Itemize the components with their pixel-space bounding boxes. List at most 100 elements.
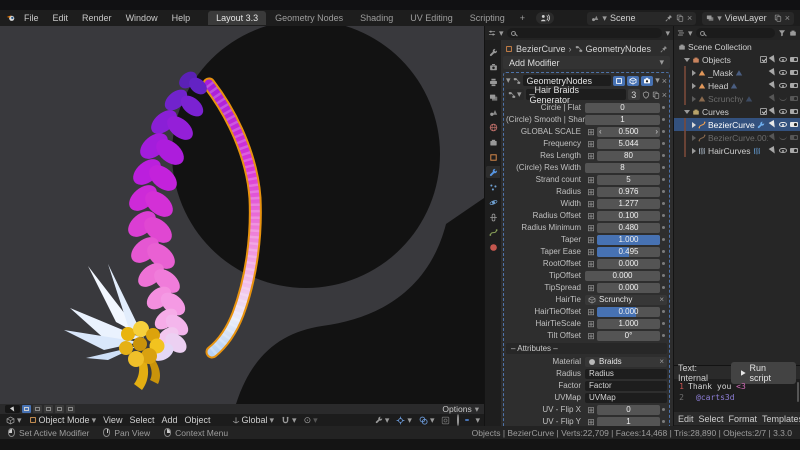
param-value-field[interactable]: 1.000 [597, 318, 660, 329]
param-value-field[interactable]: ‹ 5 › [597, 174, 660, 185]
param-value-field[interactable]: ‹ 0.500 › [597, 126, 660, 137]
outliner-row-mask[interactable]: _Mask [674, 66, 800, 79]
extras-dot-icon[interactable] [660, 250, 667, 253]
outliner-row-beziercurve[interactable]: BezierCurve [674, 118, 800, 131]
selectable-icon[interactable] [768, 67, 778, 78]
menu-view[interactable]: View [101, 415, 124, 425]
tab-scene[interactable] [486, 106, 500, 118]
display-mode-icon[interactable] [677, 29, 685, 37]
extras-chevron-icon[interactable]: ▾ [655, 75, 660, 86]
extras-dot-icon[interactable] [660, 262, 667, 265]
attribute-name-input[interactable]: UVMap [585, 392, 667, 403]
menu-select[interactable]: Select [127, 415, 156, 425]
expand-right-icon[interactable] [692, 95, 696, 102]
extras-dot-icon[interactable] [660, 420, 667, 423]
close-icon[interactable]: × [662, 76, 667, 86]
tab-particles[interactable] [486, 181, 500, 193]
chevron-down-icon[interactable]: ▾ [475, 415, 480, 426]
pin-icon[interactable] [660, 45, 668, 53]
expand-right-icon[interactable] [692, 134, 696, 141]
chevron-down-icon[interactable]: ▾ [475, 404, 479, 415]
menu-item[interactable]: Render [76, 13, 118, 23]
param-value-field[interactable]: ‹ 0.000 › [585, 270, 660, 281]
param-value-field[interactable]: ‹ 80 › [597, 150, 660, 161]
extras-dot-icon[interactable] [660, 226, 667, 229]
param-value-field[interactable]: ‹ 0.480 › [597, 222, 660, 233]
input-attribute-toggle-icon[interactable]: ⊞ [585, 139, 597, 149]
tab-constraints[interactable] [486, 211, 500, 223]
code-area[interactable]: 1 Thank you <3 2 @carts3d [674, 379, 800, 412]
param-value-field[interactable]: 0.000 [597, 306, 660, 317]
close-icon[interactable]: × [785, 13, 790, 23]
input-attribute-toggle-icon[interactable]: ⊞ [585, 199, 597, 209]
extras-dot-icon[interactable] [660, 408, 667, 411]
menu-item[interactable]: Edit [47, 13, 75, 23]
select-mode-subtract-icon[interactable] [44, 405, 53, 413]
input-attribute-toggle-icon[interactable]: ⊞ [585, 307, 597, 317]
copy-icon[interactable] [774, 14, 782, 22]
hide-render-icon[interactable] [790, 56, 798, 63]
menu-item[interactable]: Help [166, 13, 197, 23]
fake-user-shield-icon[interactable] [642, 91, 650, 99]
extras-dot-icon[interactable] [660, 190, 667, 193]
pin-icon[interactable] [665, 14, 673, 22]
users-count-button[interactable]: 3 [627, 89, 640, 100]
input-attribute-toggle-icon[interactable]: ⊞ [585, 405, 597, 415]
outliner-row-curves[interactable]: Curves [674, 105, 800, 118]
param-value-field[interactable]: ‹ 1.000 › [597, 234, 660, 245]
outliner-row-head[interactable]: Head [674, 79, 800, 92]
extras-dot-icon[interactable] [660, 202, 667, 205]
close-icon[interactable]: × [687, 13, 692, 23]
select-mode-new-icon[interactable] [22, 405, 31, 413]
chevron-down-icon[interactable]: ▾ [717, 13, 722, 24]
hide-viewport-icon[interactable] [779, 122, 787, 127]
outliner-row-haircurves[interactable]: HairCurves [674, 144, 800, 157]
copy-icon[interactable] [676, 14, 684, 22]
hide-render-icon[interactable] [790, 134, 798, 141]
extras-dot-icon[interactable] [660, 166, 667, 169]
scrollbar[interactable] [797, 382, 799, 402]
expand-down-icon[interactable] [684, 109, 690, 114]
outliner-row-scene-collection[interactable]: Scene Collection [674, 40, 800, 53]
param-value-field[interactable]: ‹ 0.000 › [597, 258, 660, 269]
extras-dot-icon[interactable] [660, 178, 667, 181]
tab-output[interactable] [486, 76, 500, 88]
selectable-icon[interactable] [768, 132, 778, 143]
input-attribute-toggle-icon[interactable]: ⊞ [585, 187, 597, 197]
chevron-down-icon[interactable]: ▾ [499, 28, 504, 39]
hide-viewport-icon[interactable] [779, 109, 787, 114]
select-mode-extend-icon[interactable] [33, 405, 42, 413]
menu-item[interactable]: Window [120, 13, 164, 23]
param-value-field[interactable]: ‹ 5.044 › [597, 138, 660, 149]
tab-world[interactable] [486, 121, 500, 133]
input-attribute-toggle-icon[interactable]: ⊞ [585, 235, 597, 245]
options-chevron-icon[interactable]: ▾ [665, 28, 670, 39]
chevron-down-icon[interactable]: ▾ [602, 13, 607, 24]
proportional-edit-toggle[interactable]: ⊙ ▾ [302, 415, 320, 426]
text-menu-item[interactable]: Templates [762, 414, 800, 424]
param-value-field[interactable]: 0 [597, 404, 660, 415]
tab-object-data[interactable] [486, 226, 500, 238]
param-value-field[interactable]: ‹ 1.277 › [597, 198, 660, 209]
new-copy-icon[interactable] [652, 91, 660, 99]
hidden-viewport-icon[interactable] [779, 97, 787, 101]
input-attribute-toggle-icon[interactable]: ⊞ [585, 127, 597, 137]
input-attribute-toggle-icon[interactable]: ⊞ [585, 283, 597, 293]
input-attribute-toggle-icon[interactable]: ⊞ [585, 151, 597, 161]
outliner-row-objects[interactable]: Objects [674, 53, 800, 66]
mode-selector[interactable]: Object Mode ▾ [27, 415, 99, 426]
scene-selector[interactable]: ▾ Scene × [587, 11, 697, 25]
input-attribute-toggle-icon[interactable]: ⊞ [585, 175, 597, 185]
active-tool-button[interactable] [5, 405, 20, 413]
show-overlays-toggle[interactable]: ▾ [417, 415, 437, 426]
filter-icon[interactable] [778, 29, 786, 37]
node-group-name-field[interactable]: _Hair Braids Generator [525, 85, 626, 105]
extras-dot-icon[interactable] [660, 310, 667, 313]
menu-item[interactable]: File [18, 13, 45, 23]
hidden-viewport-icon[interactable] [779, 136, 787, 140]
show-gizmo-toggle[interactable]: ▾ [394, 415, 414, 426]
breadcrumb-modifier[interactable]: GeometryNodes [586, 44, 652, 54]
extras-dot-icon[interactable] [660, 154, 667, 157]
input-attribute-toggle-icon[interactable]: ⊞ [585, 417, 597, 427]
transform-orientation[interactable]: Global ▾ [230, 415, 277, 426]
